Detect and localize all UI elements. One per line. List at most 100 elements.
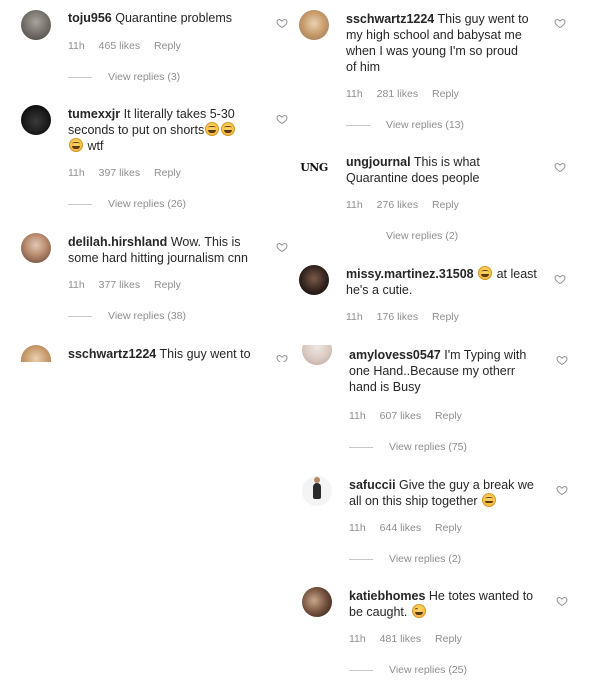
comment-body: missy.martinez.31508 at least he's a cut… — [346, 266, 551, 298]
avatar[interactable] — [21, 233, 51, 263]
likes-count[interactable]: 481 likes — [380, 633, 421, 645]
avatar[interactable] — [302, 476, 332, 506]
comment-body: sschwartz1224 This guy went to my high s… — [346, 11, 546, 75]
comment-body: tumexxjr It literally takes 5-30 seconds… — [68, 106, 273, 154]
view-replies-button[interactable]: View replies (75) — [349, 441, 467, 453]
replies-divider — [68, 315, 92, 317]
heart-outline-icon[interactable] — [276, 241, 288, 253]
reply-button[interactable]: Reply — [435, 522, 462, 534]
likes-count[interactable]: 465 likes — [99, 40, 140, 52]
reply-button[interactable]: Reply — [154, 279, 181, 291]
comment-meta: 11h 481 likes Reply — [349, 633, 473, 645]
replies-divider — [346, 124, 370, 126]
view-replies-label: View replies (25) — [389, 664, 468, 676]
timestamp: 11h — [68, 40, 85, 52]
timestamp: 11h — [349, 522, 366, 534]
reply-button[interactable]: Reply — [435, 633, 462, 645]
reply-button[interactable]: Reply — [435, 410, 462, 422]
avatar[interactable] — [21, 10, 51, 40]
reply-button[interactable]: Reply — [432, 311, 459, 323]
comment-text: This guy went to — [437, 12, 529, 26]
view-replies-label: View replies (26) — [108, 198, 187, 210]
heart-outline-icon[interactable] — [556, 595, 568, 607]
comment-meta: 11h 644 likes Reply — [349, 522, 473, 534]
heart-outline-icon[interactable] — [556, 354, 568, 366]
view-replies-button[interactable]: View replies (13) — [346, 119, 464, 131]
likes-count[interactable]: 176 likes — [377, 311, 418, 323]
laughing-emoji-icon — [478, 266, 493, 280]
username[interactable]: toju956 — [68, 11, 112, 25]
avatar[interactable] — [21, 345, 51, 362]
timestamp: 11h — [346, 311, 363, 323]
avatar[interactable] — [21, 105, 51, 135]
replies-divider — [349, 669, 373, 671]
heart-outline-icon[interactable] — [554, 273, 566, 285]
comments-column-left: toju956 Quarantine problems 11h 465 like… — [0, 0, 290, 362]
replies-divider — [349, 446, 373, 448]
heart-outline-icon[interactable] — [276, 113, 288, 125]
comment-text: one Hand..Because my otherr — [349, 364, 516, 378]
reply-button[interactable]: Reply — [154, 167, 181, 179]
username[interactable]: katiebhomes — [349, 589, 425, 603]
grinning-emoji-icon — [482, 493, 497, 507]
comment-text: I'm Typing with — [444, 348, 527, 362]
username[interactable]: amylovess0547 — [349, 348, 441, 362]
comment-meta: 11h 276 likes Reply — [346, 199, 470, 211]
view-replies-label: View replies (2) — [386, 230, 459, 242]
view-replies-button[interactable]: View replies (3) — [68, 71, 180, 83]
likes-count[interactable]: 644 likes — [380, 522, 421, 534]
timestamp: 11h — [68, 279, 85, 291]
username[interactable]: delilah.hirshland — [68, 235, 167, 249]
view-replies-button[interactable]: View replies (2) — [349, 553, 461, 565]
comment-meta: 11h 397 likes Reply — [68, 167, 192, 179]
replies-divider — [68, 76, 92, 78]
likes-count[interactable]: 607 likes — [380, 410, 421, 422]
username[interactable]: tumexxjr — [68, 107, 120, 121]
comment-katiebhomes: katiebhomes He totes wanted to be caught… — [290, 584, 600, 684]
comment-body: ungjournal This is what Quarantine does … — [346, 154, 546, 186]
view-replies-button[interactable]: View replies (26) — [68, 198, 186, 210]
username[interactable]: missy.martinez.31508 — [346, 267, 474, 281]
view-replies-label: View replies (2) — [389, 553, 462, 565]
comment-text: he's a cutie. — [346, 283, 413, 297]
username[interactable]: safuccii — [349, 478, 396, 492]
likes-count[interactable]: 397 likes — [99, 167, 140, 179]
reply-button[interactable]: Reply — [432, 199, 459, 211]
comment-text: hand is Busy — [349, 380, 421, 394]
view-replies-label: View replies (3) — [108, 71, 181, 83]
username[interactable]: ungjournal — [346, 155, 411, 169]
avatar[interactable] — [299, 10, 329, 40]
view-replies-button[interactable]: View replies (38) — [68, 310, 186, 322]
reply-button[interactable]: Reply — [432, 88, 459, 100]
likes-count[interactable]: 276 likes — [377, 199, 418, 211]
heart-outline-icon[interactable] — [556, 484, 568, 496]
comment-text: my high school and babysat me — [346, 28, 522, 42]
comment-body: katiebhomes He totes wanted to be caught… — [349, 588, 554, 620]
username[interactable]: sschwartz1224 — [68, 347, 156, 361]
comment-safuccii: safuccii Give the guy a break we all on … — [290, 473, 600, 573]
avatar[interactable]: UNG — [299, 152, 329, 182]
comment-text: This is what — [413, 155, 480, 169]
view-replies-button[interactable]: View replies (2) — [346, 230, 458, 242]
likes-count[interactable]: 281 likes — [377, 88, 418, 100]
comment-tumexxjr: tumexxjr It literally takes 5-30 seconds… — [0, 100, 290, 220]
comment-sschwartz1224: sschwartz1224 This guy went to my high s… — [290, 0, 590, 140]
laughing-emoji-icon — [69, 138, 83, 152]
heart-outline-icon[interactable] — [276, 353, 288, 362]
heart-outline-icon[interactable] — [554, 161, 566, 173]
replies-divider — [349, 558, 373, 560]
timestamp: 11h — [349, 410, 366, 422]
username[interactable]: sschwartz1224 — [346, 12, 434, 26]
avatar[interactable] — [299, 265, 329, 295]
avatar-figure — [313, 477, 321, 499]
comment-ungjournal: UNG ungjournal This is what Quarantine d… — [290, 150, 590, 245]
heart-outline-icon[interactable] — [554, 17, 566, 29]
heart-outline-icon[interactable] — [276, 17, 288, 29]
avatar[interactable] — [302, 587, 332, 617]
likes-count[interactable]: 377 likes — [99, 279, 140, 291]
laughing-emoji-icon — [205, 122, 220, 136]
view-replies-button[interactable]: View replies (25) — [349, 664, 467, 676]
reply-button[interactable]: Reply — [154, 40, 181, 52]
avatar[interactable] — [302, 345, 332, 365]
timestamp: 11h — [68, 167, 85, 179]
